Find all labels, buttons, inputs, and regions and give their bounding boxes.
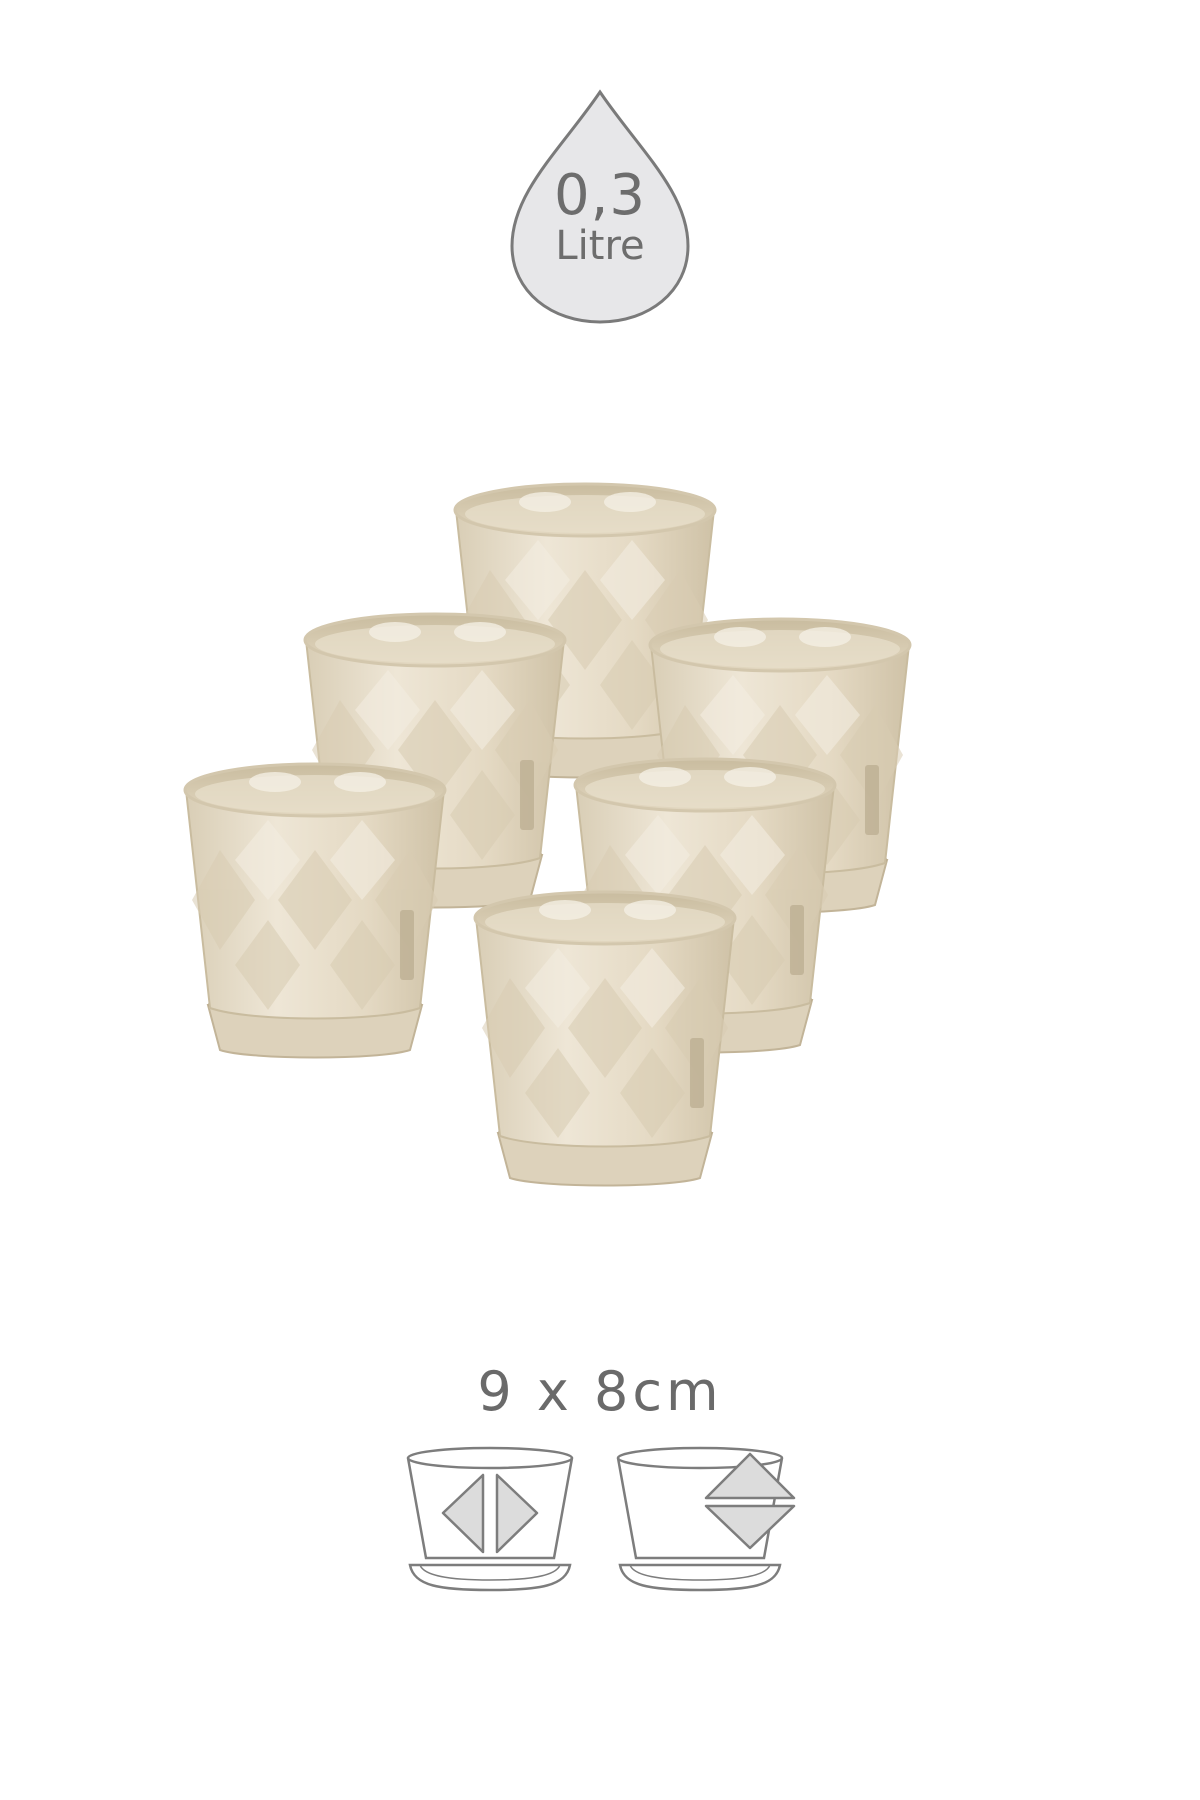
capacity-unit: Litre [555, 223, 645, 269]
pot-height-diagram-icon [600, 1440, 820, 1600]
capacity-drop-badge: 0,3 Litre [500, 88, 700, 328]
pot-width-diagram-icon [380, 1440, 600, 1600]
pot-4 [183, 762, 447, 1059]
product-image-pots [150, 460, 1050, 1220]
capacity-value: 0,3 [553, 163, 647, 228]
dimensions-label: 9 x 8cm [477, 1360, 723, 1423]
pots-illustration [183, 482, 912, 1187]
pot-6 [473, 890, 737, 1187]
